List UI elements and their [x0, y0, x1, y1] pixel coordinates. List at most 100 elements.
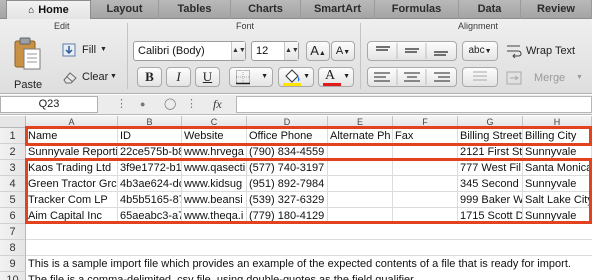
- row-header-10[interactable]: 10: [0, 272, 26, 280]
- tab-smartart[interactable]: SmartArt: [301, 0, 375, 19]
- table-cell[interactable]: Sunnyvale Reportin: [26, 144, 118, 160]
- table-cell[interactable]: www.beansi: [182, 192, 247, 208]
- merge-button[interactable]: Merge ▼: [506, 69, 592, 87]
- underline-button[interactable]: U: [195, 67, 220, 87]
- table-cell[interactable]: 65aeabc3-a7: [118, 208, 182, 224]
- column-header-d[interactable]: D: [247, 116, 328, 128]
- column-header-a[interactable]: A: [26, 116, 118, 128]
- table-cell[interactable]: Aim Capital Inc: [26, 208, 118, 224]
- table-cell[interactable]: [328, 192, 393, 208]
- header-cell-alternate-phone[interactable]: Alternate Ph: [328, 128, 393, 144]
- font-size-select[interactable]: 12 ▲▼: [251, 41, 299, 61]
- increase-font-button[interactable]: A▲: [306, 41, 330, 61]
- row-header-7[interactable]: 7: [0, 224, 26, 240]
- borders-button[interactable]: ▼: [229, 67, 273, 87]
- table-cell[interactable]: [393, 208, 458, 224]
- table-cell[interactable]: www.hrvega: [182, 144, 247, 160]
- tab-tables[interactable]: Tables: [159, 0, 231, 19]
- table-cell[interactable]: Green Tractor Grc: [26, 176, 118, 192]
- column-header-e[interactable]: E: [328, 116, 393, 128]
- tab-layout[interactable]: Layout: [91, 0, 159, 19]
- row-header-3[interactable]: 3: [0, 160, 26, 176]
- header-cell-fax[interactable]: Fax: [393, 128, 458, 144]
- table-cell[interactable]: [328, 208, 393, 224]
- row-header-2[interactable]: 2: [0, 144, 26, 160]
- table-cell[interactable]: (539) 327-6329: [247, 192, 328, 208]
- header-cell-id[interactable]: ID: [118, 128, 182, 144]
- header-cell-billing-city[interactable]: Billing City: [523, 128, 592, 144]
- paste-button[interactable]: [7, 35, 47, 75]
- note-line-1[interactable]: This is a sample import file which provi…: [28, 256, 571, 272]
- orientation-button[interactable]: abc▼: [462, 41, 498, 61]
- row-header-6[interactable]: 6: [0, 208, 26, 224]
- header-cell-website[interactable]: Website: [182, 128, 247, 144]
- table-cell[interactable]: Tracker Com LP: [26, 192, 118, 208]
- table-cell[interactable]: [328, 160, 393, 176]
- table-cell[interactable]: www.qasecti: [182, 160, 247, 176]
- header-cell-billing-street[interactable]: Billing Street: [458, 128, 523, 144]
- header-cell-name[interactable]: Name: [26, 128, 118, 144]
- table-cell[interactable]: 345 Second S: [458, 176, 523, 192]
- table-cell[interactable]: [393, 160, 458, 176]
- table-cell[interactable]: Kaos Trading Ltd: [26, 160, 118, 176]
- empty-row[interactable]: [26, 240, 592, 256]
- table-cell[interactable]: [328, 176, 393, 192]
- tab-review[interactable]: Review: [521, 0, 592, 19]
- table-cell[interactable]: [328, 144, 393, 160]
- row-header-4[interactable]: 4: [0, 176, 26, 192]
- table-cell[interactable]: Sunnyvale: [523, 176, 592, 192]
- table-cell[interactable]: Sunnyvale: [523, 144, 592, 160]
- insert-function-icon[interactable]: fx: [213, 96, 222, 113]
- table-cell[interactable]: (951) 892-7984: [247, 176, 328, 192]
- column-header-b[interactable]: B: [118, 116, 182, 128]
- table-cell[interactable]: 777 West Fil: [458, 160, 523, 176]
- table-cell[interactable]: www.kidsug: [182, 176, 247, 192]
- formula-input[interactable]: [236, 96, 592, 113]
- justify-button[interactable]: [462, 67, 498, 87]
- table-cell[interactable]: [393, 192, 458, 208]
- wrap-text-button[interactable]: Wrap Text: [506, 42, 592, 60]
- clear-button[interactable]: Clear ▼: [62, 69, 132, 85]
- column-header-h[interactable]: H: [523, 116, 592, 128]
- name-box[interactable]: Q23: [0, 96, 98, 113]
- font-name-select[interactable]: Calibri (Body) ▲▼: [133, 41, 246, 61]
- table-cell[interactable]: 1715 Scott D: [458, 208, 523, 224]
- bold-button[interactable]: B: [137, 67, 162, 87]
- table-cell[interactable]: 4b3ae624-dc: [118, 176, 182, 192]
- tab-data[interactable]: Data: [459, 0, 521, 19]
- empty-row[interactable]: [26, 224, 592, 240]
- table-cell[interactable]: Salt Lake City: [523, 192, 592, 208]
- table-cell[interactable]: 4b5b5165-87: [118, 192, 182, 208]
- table-cell[interactable]: [393, 176, 458, 192]
- formula-confirm-icon[interactable]: ◯: [164, 96, 176, 113]
- row-header-8[interactable]: 8: [0, 240, 26, 256]
- column-header-f[interactable]: F: [393, 116, 458, 128]
- formula-cancel-icon[interactable]: ●: [140, 96, 145, 113]
- table-cell[interactable]: 999 Baker W: [458, 192, 523, 208]
- tab-home[interactable]: ⌂ Home: [6, 0, 91, 20]
- table-cell[interactable]: [393, 144, 458, 160]
- note-line-2[interactable]: The file is a comma-delimited .csv file,…: [28, 272, 416, 280]
- table-cell[interactable]: Sunnyvale: [523, 208, 592, 224]
- row-header-1[interactable]: 1: [0, 128, 26, 144]
- table-cell[interactable]: (577) 740-3197: [247, 160, 328, 176]
- row-header-9[interactable]: 9: [0, 256, 26, 272]
- table-cell[interactable]: (790) 834-4559: [247, 144, 328, 160]
- table-cell[interactable]: Santa Monica: [523, 160, 592, 176]
- italic-button[interactable]: I: [166, 67, 191, 87]
- column-header-g[interactable]: G: [458, 116, 523, 128]
- fill-button[interactable]: Fill ▼: [62, 42, 122, 58]
- table-cell[interactable]: 22ce575b-b8: [118, 144, 182, 160]
- table-cell[interactable]: 2121 First St: [458, 144, 523, 160]
- tab-charts[interactable]: Charts: [231, 0, 301, 19]
- tab-formulas[interactable]: Formulas: [375, 0, 459, 19]
- table-cell[interactable]: www.theqa.i: [182, 208, 247, 224]
- font-color-button[interactable]: A ▼: [318, 67, 354, 87]
- table-cell[interactable]: (779) 180-4129: [247, 208, 328, 224]
- row-header-5[interactable]: 5: [0, 192, 26, 208]
- header-cell-office-phone[interactable]: Office Phone: [247, 128, 328, 144]
- select-all-corner[interactable]: [0, 116, 26, 128]
- column-header-c[interactable]: C: [182, 116, 247, 128]
- decrease-font-button[interactable]: A▼: [331, 41, 355, 61]
- table-cell[interactable]: 3f9e1772-b1: [118, 160, 182, 176]
